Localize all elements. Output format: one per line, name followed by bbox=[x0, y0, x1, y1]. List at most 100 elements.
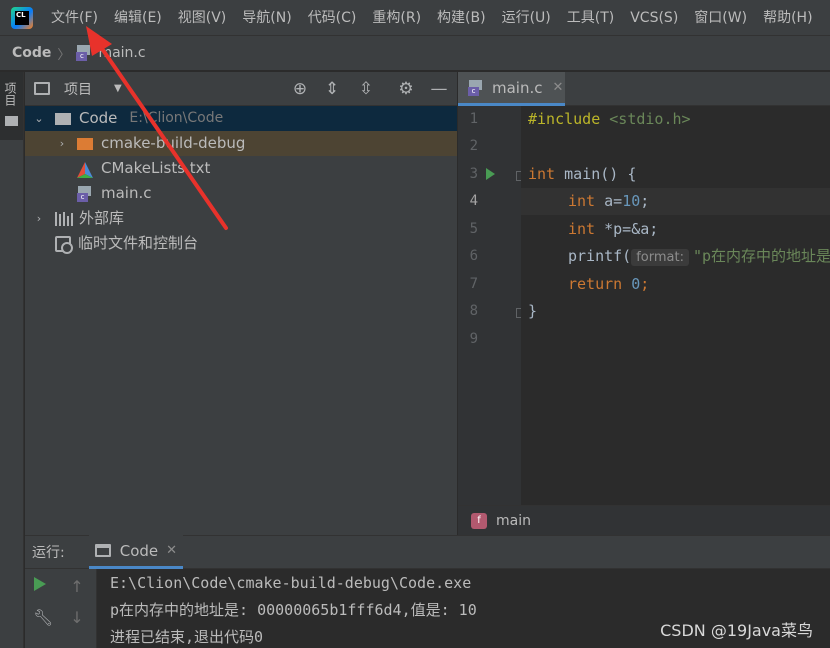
code-line-6: printf(format:"p在内存中的地址是：%p,值是：%d\n",p,*… bbox=[568, 247, 830, 266]
chevron-down-icon[interactable]: ⌄ bbox=[32, 106, 46, 131]
line-number: 9 bbox=[469, 331, 478, 347]
project-panel-title[interactable]: 项目 bbox=[64, 79, 92, 99]
menu-help[interactable]: 帮助(H) bbox=[755, 0, 820, 36]
run-toolbar: 🔧︎ ↑ ↓ bbox=[25, 569, 97, 648]
code-line-5: int *p=&a; bbox=[568, 220, 659, 238]
tree-item-label: Code bbox=[79, 109, 118, 127]
scratch-console-icon bbox=[55, 235, 73, 254]
function-crumb[interactable]: main bbox=[496, 513, 531, 529]
wrench-icon[interactable]: 🔧︎ bbox=[33, 608, 53, 628]
menu-view[interactable]: 视图(V) bbox=[170, 0, 235, 36]
folder-icon bbox=[5, 116, 18, 126]
editor-tab-bar: c main.c ✕ bbox=[458, 72, 830, 106]
project-tree: ⌄ Code E:\Clion\Code › cmake-build-debug… bbox=[25, 106, 457, 535]
line-number: 6 bbox=[469, 248, 478, 264]
chevron-down-icon[interactable]: ▼ bbox=[114, 83, 122, 94]
tree-item-label: main.c bbox=[101, 184, 152, 202]
project-icon bbox=[34, 82, 50, 95]
tree-item-scratches[interactable]: 临时文件和控制台 bbox=[25, 231, 457, 256]
tree-item-path: E:\Clion\Code bbox=[129, 110, 224, 126]
logo-text: CL bbox=[15, 10, 29, 25]
tree-item-label: CMakeLists.txt bbox=[101, 159, 211, 177]
code-line-7: return 0; bbox=[568, 275, 650, 293]
chevron-right-icon[interactable]: › bbox=[32, 206, 46, 231]
run-tab-label: Code bbox=[119, 541, 159, 560]
tree-item-cmakelists[interactable]: CMakeLists.txt bbox=[25, 156, 457, 181]
breadcrumb-root[interactable]: Code bbox=[12, 45, 51, 61]
menu-window[interactable]: 窗口(W) bbox=[686, 0, 755, 36]
project-tool-label: 项目 bbox=[3, 82, 17, 106]
library-icon bbox=[55, 211, 73, 226]
console-line: 进程已结束,退出代码0 bbox=[110, 628, 264, 646]
arrow-down-icon[interactable]: ↓ bbox=[67, 608, 87, 628]
watermark: CSDN @19Java菜鸟 bbox=[660, 621, 813, 640]
code-line-3: int main() { bbox=[528, 165, 637, 183]
tree-item-label: cmake-build-debug bbox=[101, 134, 246, 152]
chevron-right-icon[interactable]: › bbox=[55, 131, 69, 156]
tab-main-c[interactable]: c main.c ✕ bbox=[458, 72, 565, 106]
close-icon[interactable]: ✕ bbox=[553, 80, 564, 95]
parameter-hint: format: bbox=[631, 249, 689, 266]
rerun-play-icon[interactable] bbox=[34, 577, 46, 591]
run-panel-title: 运行: bbox=[32, 545, 65, 561]
code-line-4: int a=10; bbox=[521, 188, 830, 215]
chevron-right-icon: 〉 bbox=[57, 47, 71, 63]
tree-item-external-libs[interactable]: › 外部库 bbox=[25, 206, 457, 231]
locate-target-icon[interactable]: ⊕ bbox=[290, 79, 310, 99]
menu-run[interactable]: 运行(U) bbox=[494, 0, 559, 36]
editor-breadcrumb: f main bbox=[458, 505, 830, 535]
tree-item-cmake-build-debug[interactable]: › cmake-build-debug bbox=[25, 131, 457, 156]
menu-edit[interactable]: 编辑(E) bbox=[106, 0, 170, 36]
line-number: 2 bbox=[469, 138, 478, 154]
code-line-8: } bbox=[528, 302, 538, 320]
breadcrumb-file[interactable]: main.c bbox=[98, 45, 145, 61]
menu-vcs[interactable]: VCS(S) bbox=[622, 0, 686, 36]
close-icon[interactable]: ✕ bbox=[166, 543, 177, 558]
line-number: 7 bbox=[469, 276, 478, 292]
collapse-all-icon[interactable]: ⇳ bbox=[356, 79, 376, 99]
menu-file[interactable]: 文件(F) bbox=[43, 0, 106, 36]
function-icon: f bbox=[471, 512, 487, 529]
tab-label: main.c bbox=[492, 78, 543, 97]
gear-icon[interactable]: ⚙ bbox=[396, 79, 416, 99]
console-icon bbox=[94, 544, 111, 557]
tab-run-code[interactable]: Code ✕ bbox=[88, 535, 184, 569]
menu-build[interactable]: 构建(B) bbox=[429, 0, 494, 36]
tree-item-main-c[interactable]: c main.c bbox=[25, 181, 457, 206]
left-tool-strip: 项目 bbox=[0, 72, 24, 535]
line-number: 5 bbox=[469, 221, 478, 237]
console-line: E:\Clion\Code\cmake-build-debug\Code.exe bbox=[110, 574, 472, 592]
hide-panel-icon[interactable]: — bbox=[429, 79, 449, 99]
project-panel-header: 项目 ▼ ⊕ ⇕ ⇳ ⚙ — bbox=[25, 72, 457, 106]
menu-bar: CL 文件(F) 编辑(E) 视图(V) 导航(N) 代码(C) 重构(R) 构… bbox=[0, 0, 830, 36]
folder-icon bbox=[77, 137, 93, 150]
console-line: p在内存中的地址是: 00000065b1fff6d4,值是: 10 bbox=[110, 601, 477, 619]
cmake-icon bbox=[77, 161, 93, 178]
clion-logo-icon[interactable]: CL bbox=[11, 6, 33, 29]
c-file-icon: c bbox=[77, 185, 93, 202]
folder-icon bbox=[55, 112, 71, 125]
arrow-up-icon[interactable]: ↑ bbox=[67, 577, 87, 597]
project-tool-tab[interactable]: 项目 bbox=[0, 72, 23, 140]
line-number: 1 bbox=[469, 111, 478, 127]
menu-navigate[interactable]: 导航(N) bbox=[234, 0, 299, 36]
menu-tools[interactable]: 工具(T) bbox=[559, 0, 622, 36]
tree-item-code-root[interactable]: ⌄ Code E:\Clion\Code bbox=[25, 106, 457, 131]
expand-all-icon[interactable]: ⇕ bbox=[322, 79, 342, 99]
editor-gutter: 1 2 3 4 5 6 7 8 9 bbox=[458, 106, 521, 505]
c-file-icon: c bbox=[468, 79, 484, 96]
line-number: 4 bbox=[469, 193, 478, 209]
breadcrumb: Code 〉 c main.c bbox=[0, 36, 830, 71]
line-number: 8 bbox=[469, 303, 478, 319]
left-tool-strip-bottom bbox=[0, 535, 24, 648]
menu-code[interactable]: 代码(C) bbox=[300, 0, 365, 36]
tree-item-label: 外部库 bbox=[79, 209, 125, 227]
run-gutter-icon[interactable] bbox=[486, 168, 495, 180]
tree-item-label: 临时文件和控制台 bbox=[78, 234, 199, 252]
code-line-1: #include <stdio.h> bbox=[528, 110, 691, 128]
run-panel-header: 运行: Code ✕ bbox=[25, 535, 830, 569]
c-file-icon: c bbox=[76, 45, 92, 61]
code-editor[interactable]: #include <stdio.h> int main() { int a=10… bbox=[521, 106, 830, 505]
menu-refactor[interactable]: 重构(R) bbox=[364, 0, 429, 36]
line-number: 3 bbox=[469, 166, 478, 182]
